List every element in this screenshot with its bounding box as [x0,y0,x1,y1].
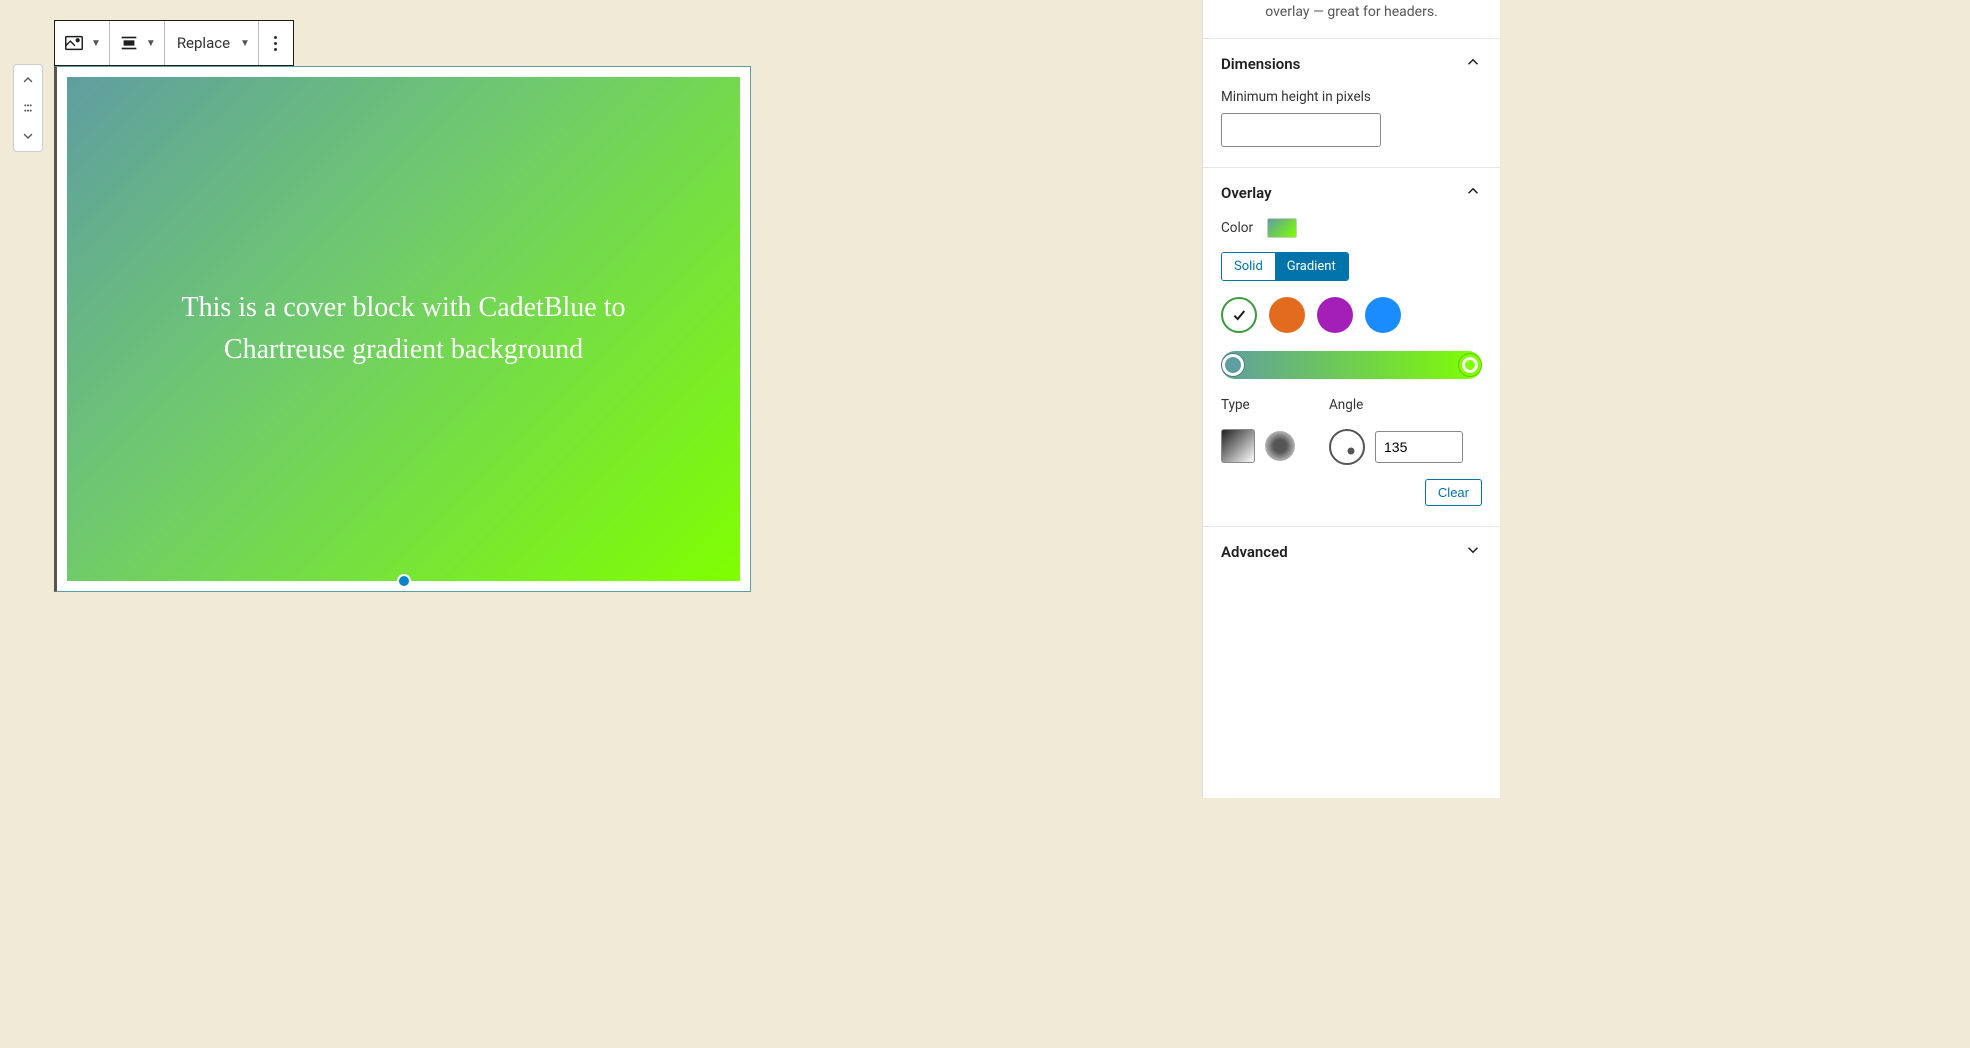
color-mode-toggle: Solid Gradient [1221,252,1349,281]
panel-title: Advanced [1221,543,1288,561]
move-down-button[interactable] [17,125,39,147]
replace-label: Replace [173,34,234,52]
clear-button[interactable]: Clear [1425,479,1482,506]
drag-handle[interactable] [17,97,39,119]
block-mover [13,64,43,152]
angle-label: Angle [1329,397,1463,413]
panel-title: Overlay [1221,184,1272,202]
overlay-panel-toggle[interactable]: Overlay [1203,168,1500,218]
angle-dial[interactable] [1329,429,1365,465]
gradient-presets [1221,297,1482,333]
preset-selected[interactable] [1221,297,1257,333]
current-color-swatch[interactable] [1267,218,1297,238]
chevron-up-icon [1464,182,1482,204]
cover-text[interactable]: This is a cover block with CadetBlue to … [134,287,672,371]
gradient-stop-end[interactable] [1459,354,1481,376]
more-icon [274,36,277,51]
chevron-down-icon: ▼ [240,38,250,49]
dimensions-panel-body: Minimum height in pixels [1203,89,1500,168]
block-toolbar: ▼ ▼ Replace ▼ [54,20,294,66]
gradient-stop-start[interactable] [1222,354,1244,376]
cover-background: This is a cover block with CadetBlue to … [67,77,740,581]
dimensions-panel-toggle[interactable]: Dimensions [1203,39,1500,89]
chevron-down-icon: ▼ [91,38,101,49]
move-up-button[interactable] [17,69,39,91]
replace-button[interactable]: Replace ▼ [165,21,259,65]
cover-block[interactable]: This is a cover block with CadetBlue to … [54,66,751,592]
panel-title: Dimensions [1221,55,1300,73]
gradient-bar[interactable] [1221,351,1482,379]
overlay-panel-body: Color Solid Gradient Type [1203,218,1500,527]
more-options-button[interactable] [259,21,293,65]
cover-icon [63,32,85,54]
chevron-down-icon: ▼ [146,38,156,49]
solid-option[interactable]: Solid [1222,253,1275,280]
min-height-input[interactable] [1221,113,1381,147]
color-label: Color [1221,220,1253,236]
angle-input[interactable] [1375,431,1463,463]
block-type-button[interactable]: ▼ [55,21,110,65]
block-description: overlay — great for headers. [1203,0,1500,39]
align-button[interactable]: ▼ [110,21,165,65]
settings-sidebar: overlay — great for headers. Dimensions … [1202,0,1500,798]
preset-orange[interactable] [1269,297,1305,333]
type-label: Type [1221,397,1295,413]
type-radial-button[interactable] [1265,431,1295,461]
advanced-panel-toggle[interactable]: Advanced [1203,527,1500,577]
chevron-up-icon [1464,53,1482,75]
resize-handle[interactable] [397,574,411,588]
preset-blue[interactable] [1365,297,1401,333]
type-linear-button[interactable] [1221,429,1255,463]
align-icon [118,32,140,54]
gradient-option[interactable]: Gradient [1275,253,1348,280]
chevron-down-icon [1464,541,1482,563]
preset-purple[interactable] [1317,297,1353,333]
min-height-label: Minimum height in pixels [1221,89,1482,105]
